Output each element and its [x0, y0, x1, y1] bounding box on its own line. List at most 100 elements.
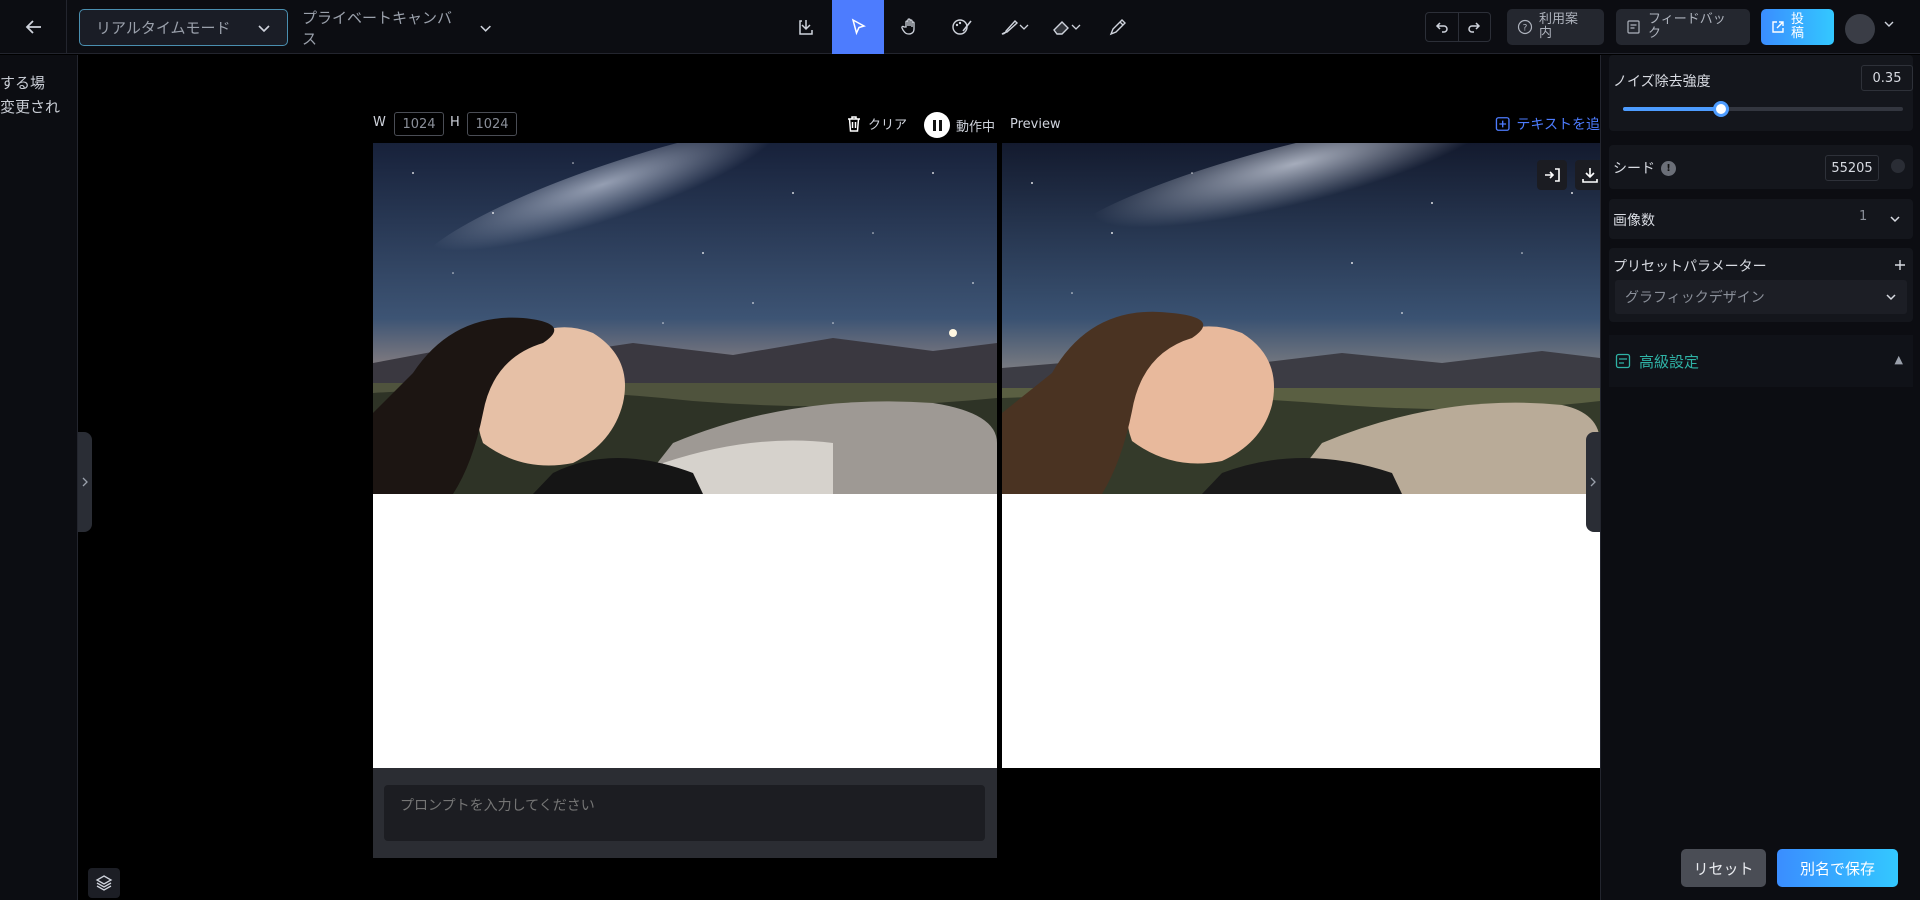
image-count-label: 画像数 [1613, 213, 1655, 229]
eraser-tool[interactable] [1040, 0, 1092, 54]
layers-button[interactable] [88, 868, 120, 898]
settings-panel: ノイズ除去強度 0.35 シード ! 55205 画像数 1 プリセットパラメー… [1600, 55, 1920, 900]
plus-square-icon [1495, 117, 1510, 131]
pen-icon [1109, 19, 1126, 36]
seed-input[interactable]: 55205 [1825, 155, 1879, 181]
width-input[interactable]: 1024 [394, 112, 444, 136]
import-tool[interactable] [780, 0, 832, 54]
undo-redo-group [1425, 12, 1491, 42]
seed-label-row: シード ! [1613, 158, 1676, 178]
trash-icon [848, 115, 860, 132]
palette-brush-icon [952, 19, 972, 35]
feedback-button[interactable]: フィードバック [1616, 9, 1750, 45]
cursor-icon [851, 18, 866, 36]
chevron-down-icon [1890, 216, 1900, 223]
chevron-down-icon[interactable] [1883, 18, 1895, 33]
select-tool[interactable] [832, 0, 884, 54]
caret-up-icon: ▲ [1894, 353, 1903, 366]
preview-image [1002, 143, 1600, 494]
pause-icon [924, 112, 950, 138]
pan-tool[interactable] [884, 0, 936, 54]
noise-section: ノイズ除去強度 0.35 [1609, 55, 1913, 131]
preset-select[interactable]: グラフィックデザイン [1615, 280, 1907, 314]
image-count-section[interactable]: 画像数 1 [1609, 199, 1913, 239]
chevron-down-icon [1886, 294, 1896, 301]
noise-slider[interactable] [1623, 101, 1903, 117]
noise-value-input[interactable]: 0.35 [1861, 65, 1913, 91]
clear-button[interactable]: クリア [846, 114, 907, 133]
collapse-left-handle[interactable] [78, 432, 92, 532]
left-panel-line-1: する場 [0, 74, 46, 92]
advanced-settings-toggle[interactable]: 高級設定 ▲ [1609, 335, 1913, 387]
plus-icon[interactable] [1893, 258, 1907, 272]
tool-bar [780, 0, 1144, 54]
back-button[interactable] [16, 10, 52, 44]
width-label: W [373, 115, 386, 130]
prompt-panel [373, 768, 997, 858]
top-bar: リアルタイムモード プライベートキャンバス ? 利用案内 フィードバック 投稿 [0, 0, 1920, 54]
height-input[interactable]: 1024 [467, 112, 517, 136]
canvas-source-image [373, 143, 997, 494]
image-count-value: 1 [1859, 209, 1868, 224]
send-to-canvas-icon [1545, 168, 1560, 182]
reset-button[interactable]: リセット [1681, 849, 1766, 887]
redo-button[interactable] [1457, 13, 1490, 41]
palette-tool[interactable] [936, 0, 988, 54]
mode-select[interactable]: リアルタイムモード [79, 9, 288, 46]
noise-slider-thumb[interactable] [1713, 101, 1729, 117]
left-panel: する場 変更され [0, 55, 78, 900]
chevron-down-icon [1019, 24, 1029, 30]
noise-label: ノイズ除去強度 [1613, 74, 1711, 90]
download-icon [1582, 168, 1598, 183]
add-text-button[interactable]: テキストを追 [1495, 114, 1600, 134]
avatar[interactable] [1845, 14, 1875, 44]
preview-label: Preview [1010, 117, 1061, 132]
send-to-canvas-button[interactable] [1537, 160, 1567, 190]
external-link-icon [1772, 21, 1784, 33]
feedback-icon [1627, 20, 1640, 34]
pause-running-button[interactable]: 動作中 [924, 112, 995, 138]
info-icon[interactable]: ! [1661, 160, 1676, 176]
brush-tool[interactable] [988, 0, 1040, 54]
guide-button[interactable]: ? 利用案内 [1507, 9, 1604, 45]
preset-label: プリセットパラメーター [1613, 259, 1767, 275]
random-seed-icon[interactable] [1891, 159, 1905, 173]
top-divider [66, 0, 67, 54]
advanced-settings-label: 高級設定 [1639, 352, 1700, 371]
preview-canvas [1002, 143, 1600, 768]
drawing-canvas[interactable] [373, 143, 997, 768]
pen-tool[interactable] [1092, 0, 1144, 54]
post-button[interactable]: 投稿 [1761, 9, 1834, 45]
layers-icon [95, 875, 113, 891]
hand-icon [901, 18, 915, 35]
redo-icon [1468, 22, 1481, 33]
import-icon [799, 20, 813, 35]
preset-select-value: グラフィックデザイン [1625, 290, 1765, 306]
preset-section: プリセットパラメーター グラフィックデザイン [1609, 248, 1913, 322]
chevron-right-icon [82, 477, 88, 487]
height-label: H [450, 115, 460, 130]
chevron-down-icon [480, 25, 491, 32]
save-as-button[interactable]: 別名で保存 [1777, 849, 1898, 887]
canvas-select[interactable]: プライベートキャンバス [302, 8, 492, 48]
seed-label: シード [1613, 161, 1655, 177]
prompt-input[interactable] [384, 785, 985, 841]
add-text-label: テキストを追 [1516, 117, 1600, 133]
brush-icon [1001, 19, 1019, 35]
left-panel-line-2: 変更され [0, 98, 61, 116]
undo-button[interactable] [1426, 13, 1458, 41]
running-label: 動作中 [956, 119, 996, 135]
eraser-icon [1053, 21, 1069, 35]
seed-section: シード ! 55205 [1609, 145, 1913, 189]
feedback-label: フィードバック [1648, 12, 1726, 41]
post-label: 投稿 [1791, 12, 1805, 41]
collapse-right-handle[interactable] [1586, 432, 1600, 532]
noise-slider-fill [1623, 107, 1721, 111]
arrow-left-icon [25, 20, 41, 34]
undo-icon [1435, 22, 1448, 33]
question-circle-icon: ? [1517, 19, 1533, 35]
sliders-icon [1615, 353, 1631, 369]
canvas-select-value: プライベートキャンバス [302, 8, 453, 48]
guide-label: 利用案内 [1539, 12, 1579, 41]
chevron-down-icon [258, 24, 270, 32]
